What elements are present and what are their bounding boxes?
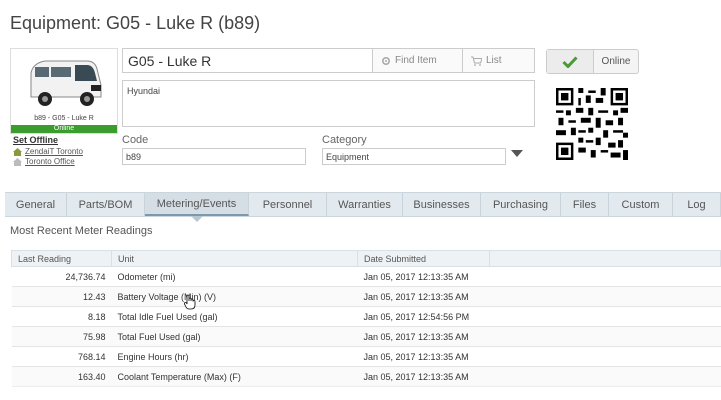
date-value: Jan 05, 2017 12:13:35 AM <box>357 286 490 307</box>
unit-value: Total Fuel Used (gal) <box>111 326 358 347</box>
empty-cell <box>489 366 721 387</box>
date-value: Jan 05, 2017 12:13:35 AM <box>357 366 490 387</box>
asset-image-card[interactable]: b89 - G05 - Luke R Online <box>10 48 118 134</box>
tab-purchasing[interactable]: Purchasing <box>481 193 561 216</box>
code-input[interactable] <box>122 148 306 165</box>
list-label: List <box>486 55 502 66</box>
location-link-2[interactable]: Toronto Office <box>13 157 75 166</box>
set-offline-link[interactable]: Set Offline <box>13 135 58 145</box>
tab-custom[interactable]: Custom <box>609 193 673 216</box>
tab-warranties[interactable]: Warranties <box>327 193 403 216</box>
location-label: Toronto Office <box>25 157 75 166</box>
column-header-unit[interactable]: Unit <box>111 250 358 267</box>
reading-value: 768.14 <box>11 346 112 367</box>
tab-files[interactable]: Files <box>561 193 609 216</box>
date-value: Jan 05, 2017 12:13:35 AM <box>357 326 490 347</box>
table-row[interactable]: 768.14 Engine Hours (hr) Jan 05, 2017 12… <box>11 346 721 367</box>
tab-businesses[interactable]: Businesses <box>403 193 481 216</box>
reading-value: 12.43 <box>11 286 112 307</box>
category-label: Category <box>322 134 367 146</box>
meter-readings-table: Last Reading Unit Date Submitted 24,736.… <box>11 250 721 387</box>
table-row[interactable]: 75.98 Total Fuel Used (gal) Jan 05, 2017… <box>11 326 721 347</box>
tab-log[interactable]: Log <box>673 193 721 216</box>
unit-value: Odometer (mi) <box>111 266 358 287</box>
reading-value: 8.18 <box>11 306 112 327</box>
date-value: Jan 05, 2017 12:13:35 AM <box>357 266 490 287</box>
unit-value: Total Idle Fuel Used (gal) <box>111 306 358 327</box>
unit-value: Battery Voltage (Min) (V) <box>111 286 358 307</box>
find-item-label: Find Item <box>395 55 437 66</box>
table-row[interactable]: 12.43 Battery Voltage (Min) (V) Jan 05, … <box>11 286 721 307</box>
date-value: Jan 05, 2017 12:54:56 PM <box>357 306 490 327</box>
reading-value: 163.40 <box>11 366 112 387</box>
column-header-empty <box>489 250 721 267</box>
date-value: Jan 05, 2017 12:13:35 AM <box>357 346 490 367</box>
tab-metering-events[interactable]: Metering/Events <box>145 193 249 216</box>
empty-cell <box>489 346 721 367</box>
list-button[interactable]: List <box>462 49 534 72</box>
tab-personnel[interactable]: Personnel <box>249 193 327 216</box>
location-icon <box>13 147 22 156</box>
unit-value: Engine Hours (hr) <box>111 346 358 367</box>
code-label: Code <box>122 134 149 146</box>
empty-cell <box>489 286 721 307</box>
section-heading: Most Recent Meter Readings <box>10 225 153 237</box>
active-tab-indicator <box>191 216 203 222</box>
column-header-date-submitted[interactable]: Date Submitted <box>357 250 490 267</box>
location-icon <box>13 157 22 166</box>
empty-cell <box>489 326 721 347</box>
unit-value: Coolant Temperature (Max) (F) <box>111 366 358 387</box>
empty-cell <box>489 306 721 327</box>
table-row[interactable]: 163.40 Coolant Temperature (Max) (F) Jan… <box>11 366 721 387</box>
equipment-name-group: Find Item List <box>122 48 535 73</box>
table-header-row: Last Reading Unit Date Submitted <box>11 250 721 267</box>
category-select[interactable]: Equipment <box>322 148 506 165</box>
location-label: ZendaiT Toronto <box>25 147 83 156</box>
equipment-name-input[interactable] <box>123 49 372 72</box>
description-field[interactable]: Hyundai <box>122 80 535 127</box>
column-header-last-reading[interactable]: Last Reading <box>11 250 112 267</box>
tabs-bar: General Parts/BOM Metering/Events Person… <box>5 192 721 217</box>
online-label: Online <box>601 56 631 67</box>
page-title: Equipment: G05 - Luke R (b89) <box>10 13 261 33</box>
qr-code <box>556 88 628 160</box>
location-link-1[interactable]: ZendaiT Toronto <box>13 147 83 156</box>
reading-value: 75.98 <box>11 326 112 347</box>
asset-caption: b89 - G05 - Luke R <box>34 115 94 122</box>
find-item-button[interactable]: Find Item <box>372 49 462 72</box>
empty-cell <box>489 266 721 287</box>
gear-icon <box>381 56 391 65</box>
status-badge: Online <box>11 125 117 133</box>
reading-value: 24,736.74 <box>11 266 112 287</box>
tab-general[interactable]: General <box>5 193 67 216</box>
van-image <box>30 60 102 106</box>
tab-parts-bom[interactable]: Parts/BOM <box>67 193 145 216</box>
table-row[interactable]: 24,736.74 Odometer (mi) Jan 05, 2017 12:… <box>11 266 721 287</box>
bottom-fade <box>0 386 721 400</box>
check-icon[interactable] <box>547 50 594 73</box>
online-toggle[interactable]: Online <box>546 49 639 74</box>
hand-cursor-icon <box>184 294 196 310</box>
table-row[interactable]: 8.18 Total Idle Fuel Used (gal) Jan 05, … <box>11 306 721 327</box>
cart-icon <box>471 56 482 66</box>
chevron-down-icon[interactable] <box>511 150 523 157</box>
